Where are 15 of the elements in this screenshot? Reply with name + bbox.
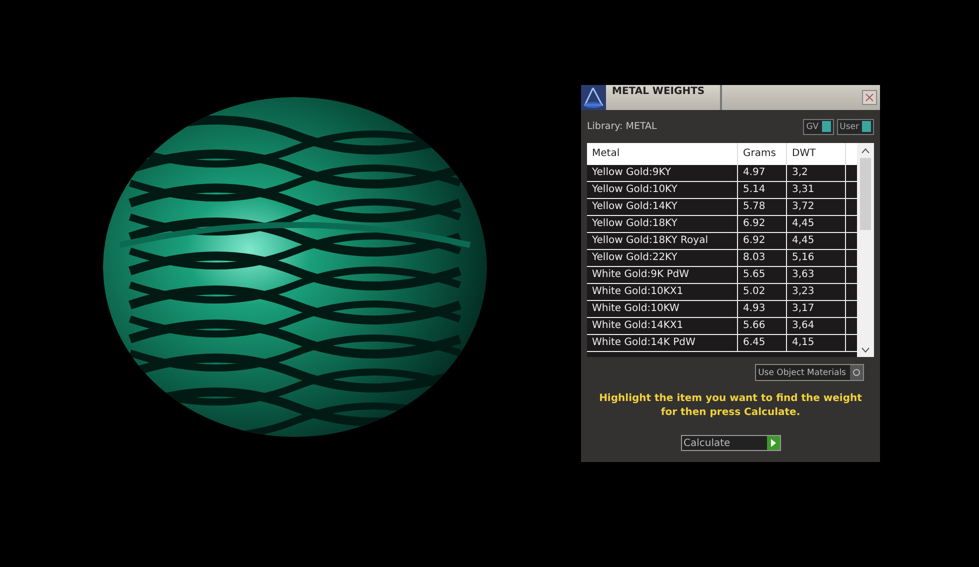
close-icon	[865, 93, 874, 102]
toggle-button[interactable]: GV	[803, 118, 834, 134]
use-object-materials-button[interactable]: Use Object Materials	[755, 364, 864, 381]
instruction-text: Highlight the item you want to find the weight for then press Calculate.	[598, 392, 863, 420]
scrollbar-thumb[interactable]	[860, 158, 871, 230]
library-label: Library: METAL	[587, 121, 657, 132]
indicator-icon	[862, 121, 871, 132]
close-button[interactable]	[862, 90, 877, 105]
indicator-icon	[822, 121, 831, 132]
calculate-button[interactable]: Calculate	[680, 435, 780, 451]
play-icon	[766, 436, 780, 450]
window-title: METAL WEIGHTS	[606, 85, 722, 110]
cone-icon	[581, 85, 606, 110]
scrollbar[interactable]	[857, 143, 874, 357]
toggle-button[interactable]: User	[836, 118, 874, 134]
